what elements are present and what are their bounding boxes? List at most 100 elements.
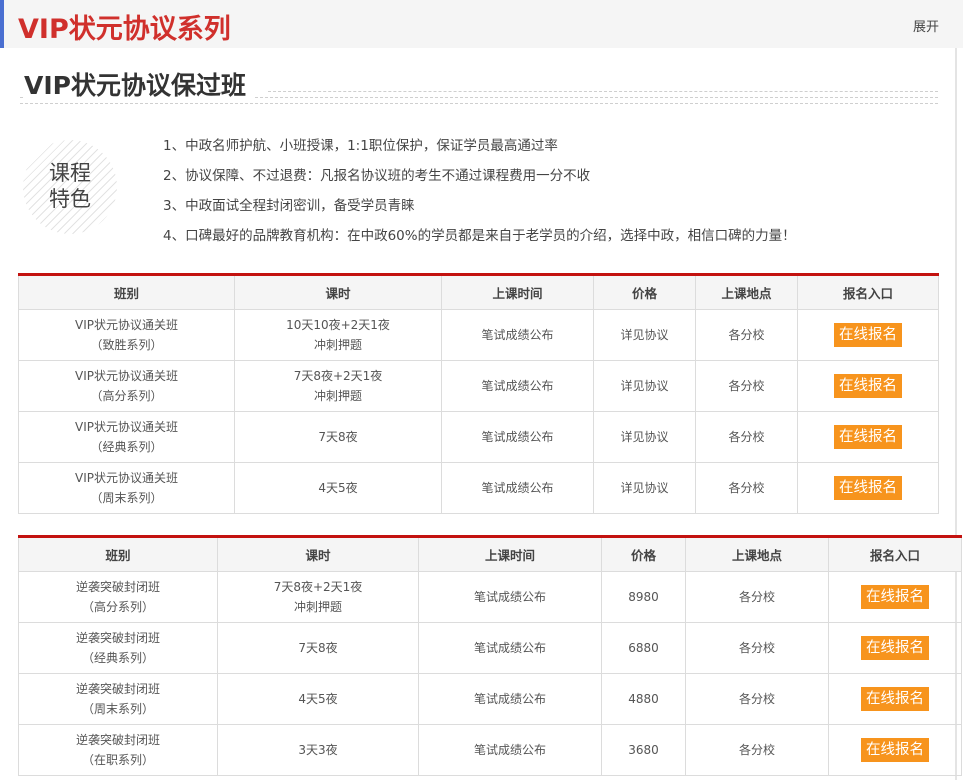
- table-row: VIP状元协议通关班 （经典系列） 7天8夜 笔试成绩公布 详见协议 各分校 在线…: [18, 411, 939, 463]
- hours-note: 冲刺押题: [313, 389, 362, 403]
- signup-cell: 在线报名: [797, 411, 939, 463]
- class-cell: 逆袭突破封闭班 （周末系列）: [18, 673, 218, 725]
- signup-cell: 在线报名: [797, 309, 939, 361]
- class-cell: VIP状元协议通关班 （高分系列）: [18, 360, 235, 412]
- feature-item: 3、中政面试全程封闭密训，备受学员青睐: [163, 198, 415, 214]
- hours-cell: 7天8夜+2天1夜 冲刺押题: [234, 360, 442, 412]
- col-header-signup: 报名入口: [828, 536, 962, 572]
- price-cell: 4880: [601, 673, 686, 725]
- time-cell: 笔试成绩公布: [418, 622, 602, 674]
- badge-line-1: 课程: [49, 161, 91, 185]
- col-header-hours: 课时: [217, 536, 419, 572]
- signup-button[interactable]: 在线报名: [861, 738, 929, 762]
- time-cell: 笔试成绩公布: [418, 724, 602, 776]
- table-row: VIP状元协议通关班 （致胜系列） 10天10夜+2天1夜 冲刺押题 笔试成绩公布 …: [18, 309, 939, 361]
- signup-cell: 在线报名: [828, 673, 962, 725]
- series-title: VIP状元协议系列: [18, 14, 231, 45]
- table-row: 逆袭突破封闭班 （高分系列） 7天8夜+2天1夜 冲刺押题 笔试成绩公布 8980 …: [18, 571, 962, 623]
- hours-cell: 7天8夜: [217, 622, 419, 674]
- table-header-row: 班别 课时 上课时间 价格 上课地点 报名入口: [18, 536, 962, 572]
- class-name: 逆袭突破封闭班: [75, 580, 160, 594]
- time-cell: 笔试成绩公布: [418, 673, 602, 725]
- hours-note: 冲刺押题: [293, 600, 342, 614]
- price-cell: 详见协议: [593, 309, 696, 361]
- signup-cell: 在线报名: [797, 462, 939, 514]
- series-header-bar: VIP状元协议系列 展开: [0, 0, 963, 48]
- place-cell: 各分校: [685, 571, 829, 623]
- section-title: VIP状元协议保过班: [24, 66, 254, 102]
- table-row: VIP状元协议通关班 （高分系列） 7天8夜+2天1夜 冲刺押题 笔试成绩公布 详见…: [18, 360, 939, 412]
- hours: 10天10夜+2天1夜: [286, 318, 390, 332]
- col-header-place: 上课地点: [695, 274, 798, 310]
- col-header-place: 上课地点: [685, 536, 829, 572]
- place-cell: 各分校: [685, 622, 829, 674]
- class-name: 逆袭突破封闭班: [75, 682, 160, 696]
- col-header-class: 班别: [18, 536, 218, 572]
- col-header-time: 上课时间: [418, 536, 602, 572]
- class-cell: 逆袭突破封闭班 （在职系列）: [18, 724, 218, 776]
- table-row: 逆袭突破封闭班 （经典系列） 7天8夜 笔试成绩公布 6880 各分校 在线报名: [18, 622, 962, 674]
- col-header-class: 班别: [18, 274, 235, 310]
- price-cell: 3680: [601, 724, 686, 776]
- place-cell: 各分校: [685, 673, 829, 725]
- hours: 7天8夜+2天1夜: [293, 369, 383, 383]
- class-series: （周末系列）: [90, 491, 163, 505]
- signup-button[interactable]: 在线报名: [861, 636, 929, 660]
- expand-link[interactable]: 展开: [913, 16, 939, 35]
- feature-item: 1、中政名师护航、小班授课，1:1职位保护，保证学员最高通过率: [163, 138, 558, 154]
- hours: 7天8夜+2天1夜: [273, 580, 363, 594]
- hours-cell: 3天3夜: [217, 724, 419, 776]
- class-cell: VIP状元协议通关班 （致胜系列）: [18, 309, 235, 361]
- place-cell: 各分校: [695, 309, 798, 361]
- col-header-time: 上课时间: [441, 274, 594, 310]
- place-cell: 各分校: [695, 411, 798, 463]
- class-series: （高分系列）: [81, 600, 154, 614]
- feature-list: 1、中政名师护航、小班授课，1:1职位保护，保证学员最高通过率 2、协议保障、不…: [163, 137, 796, 257]
- class-cell: VIP状元协议通关班 （周末系列）: [18, 462, 235, 514]
- title-divider: [268, 91, 938, 92]
- breakthrough-course-table: 班别 课时 上课时间 价格 上课地点 报名入口 逆袭突破封闭班 （高分系列） 7天…: [18, 535, 962, 776]
- place-cell: 各分校: [695, 360, 798, 412]
- class-name: VIP状元协议通关班: [75, 471, 178, 485]
- class-name: VIP状元协议通关班: [75, 369, 178, 383]
- hours-cell: 10天10夜+2天1夜 冲刺押题: [234, 309, 442, 361]
- price-cell: 详见协议: [593, 360, 696, 412]
- signup-button[interactable]: 在线报名: [834, 374, 902, 398]
- table-row: VIP状元协议通关班 （周末系列） 4天5夜 笔试成绩公布 详见协议 各分校 在线…: [18, 462, 939, 514]
- table-row: 逆袭突破封闭班 （周末系列） 4天5夜 笔试成绩公布 4880 各分校 在线报名: [18, 673, 962, 725]
- col-header-signup: 报名入口: [797, 274, 939, 310]
- class-cell: 逆袭突破封闭班 （经典系列）: [18, 622, 218, 674]
- class-series: （经典系列）: [81, 651, 154, 665]
- course-feature-badge: 课程 特色: [23, 140, 117, 234]
- title-divider: [20, 103, 938, 104]
- badge-line-2: 特色: [49, 187, 91, 211]
- price-cell: 8980: [601, 571, 686, 623]
- signup-cell: 在线报名: [828, 724, 962, 776]
- class-name: VIP状元协议通关班: [75, 420, 178, 434]
- hours-cell: 4天5夜: [217, 673, 419, 725]
- hours-note: 冲刺押题: [313, 338, 362, 352]
- signup-button[interactable]: 在线报名: [834, 476, 902, 500]
- table-row: 逆袭突破封闭班 （在职系列） 3天3夜 笔试成绩公布 3680 各分校 在线报名: [18, 724, 962, 776]
- place-cell: 各分校: [695, 462, 798, 514]
- class-cell: VIP状元协议通关班 （经典系列）: [18, 411, 235, 463]
- signup-button[interactable]: 在线报名: [834, 323, 902, 347]
- feature-item: 4、口碑最好的品牌教育机构：在中政60%的学员都是来自于老学员的介绍，选择中政，…: [163, 228, 796, 244]
- class-series: （致胜系列）: [90, 338, 163, 352]
- col-header-price: 价格: [593, 274, 696, 310]
- class-name: VIP状元协议通关班: [75, 318, 178, 332]
- signup-button[interactable]: 在线报名: [861, 687, 929, 711]
- class-series: （周末系列）: [81, 702, 154, 716]
- signup-cell: 在线报名: [828, 571, 962, 623]
- feature-item: 2、协议保障、不过退费：凡报名协议班的考生不通过课程费用一分不收: [163, 168, 591, 184]
- class-series: （高分系列）: [90, 389, 163, 403]
- signup-button[interactable]: 在线报名: [834, 425, 902, 449]
- table-header-row: 班别 课时 上课时间 价格 上课地点 报名入口: [18, 274, 939, 310]
- col-header-hours: 课时: [234, 274, 442, 310]
- class-cell: 逆袭突破封闭班 （高分系列）: [18, 571, 218, 623]
- signup-cell: 在线报名: [797, 360, 939, 412]
- time-cell: 笔试成绩公布: [441, 360, 594, 412]
- class-series: （经典系列）: [90, 440, 163, 454]
- signup-cell: 在线报名: [828, 622, 962, 674]
- signup-button[interactable]: 在线报名: [861, 585, 929, 609]
